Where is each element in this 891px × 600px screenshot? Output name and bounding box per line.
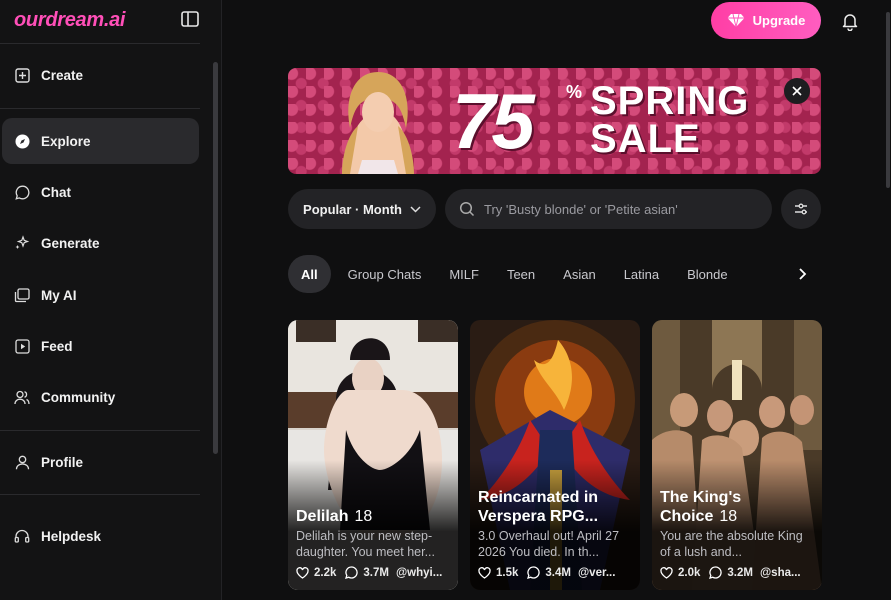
banner-close-button[interactable] [784, 78, 810, 104]
banner-headline: SPRING SALE [590, 79, 750, 161]
banner-line-1: SPRING [590, 79, 750, 123]
upgrade-label: Upgrade [752, 13, 806, 28]
search-input[interactable] [484, 201, 754, 217]
compass-icon [14, 133, 30, 149]
sort-label: Popular · Month [303, 201, 402, 217]
gallery-icon [14, 287, 30, 303]
sidebar-item-label: Community [41, 389, 116, 405]
tab-all[interactable]: All [288, 255, 331, 293]
plus-square-icon [14, 67, 30, 83]
upgrade-button[interactable]: Upgrade [711, 2, 821, 39]
card-name: Delilah [296, 508, 349, 525]
heart-icon [296, 566, 309, 579]
sidebar-item-explore[interactable]: Explore [2, 118, 199, 164]
tab-latina[interactable]: Latina [610, 255, 673, 293]
diamond-icon [727, 13, 745, 28]
bell-icon[interactable] [840, 11, 860, 31]
sidebar-scrollbar[interactable] [213, 62, 218, 454]
sidebar-item-label: Feed [41, 338, 73, 354]
banner-line-2: SALE [590, 117, 701, 161]
character-card[interactable]: The King's Choice 18 You are the absolute… [652, 320, 822, 590]
sidebar-item-my-ai[interactable]: My AI [2, 272, 199, 318]
chat-bubble-icon [14, 184, 30, 200]
card-description: 3.0 Overhaul out! April 27 2026 You died… [478, 529, 620, 559]
divider [0, 43, 200, 44]
tab-group-chats[interactable]: Group Chats [334, 255, 436, 293]
card-stats: 2.2k 3.7M @whyi... [296, 566, 442, 579]
chevron-right-icon[interactable] [793, 265, 811, 283]
search-bar[interactable] [445, 189, 772, 229]
character-card[interactable]: Delilah 18 Delilah is your new step-daugh… [288, 320, 458, 590]
sliders-icon [795, 203, 807, 215]
page-scrollbar[interactable] [886, 12, 890, 188]
promo-banner[interactable]: 75 % SPRING SALE [288, 68, 821, 174]
card-title: The King's Choice 18 [660, 488, 814, 526]
sidebar-item-create[interactable]: Create [2, 52, 199, 98]
card-chats: 3.4M [545, 566, 571, 579]
card-stats: 2.0k 3.2M @sha... [660, 566, 801, 579]
search-icon [459, 201, 475, 217]
divider [0, 494, 200, 495]
tab-asian[interactable]: Asian [549, 255, 610, 293]
card-creator[interactable]: @sha... [760, 567, 801, 579]
sidebar-item-label: Chat [41, 184, 71, 200]
card-chats: 3.2M [727, 566, 753, 579]
chat-bubble-icon [527, 566, 541, 579]
card-title: Reincarnated in Verspera RPG... [478, 488, 632, 526]
card-likes: 2.0k [678, 566, 701, 579]
card-likes: 2.2k [314, 566, 337, 579]
app-logo[interactable]: ourdream.ai [14, 9, 125, 32]
card-stats: 1.5k 3.4M @ver... [478, 566, 615, 579]
banner-model-image [342, 72, 414, 174]
sidebar-item-generate[interactable]: Generate [2, 220, 199, 266]
sidebar-item-label: Profile [41, 454, 84, 470]
divider [0, 430, 200, 431]
chat-bubble-icon [345, 566, 359, 579]
card-description: You are the absolute King of a lush and.… [660, 529, 803, 559]
tab-teen[interactable]: Teen [493, 255, 549, 293]
heart-icon [660, 566, 673, 579]
card-chats: 3.7M [363, 566, 389, 579]
tab-milf[interactable]: MILF [435, 255, 493, 293]
tab-blonde[interactable]: Blonde [673, 255, 741, 293]
sidebar-item-label: Generate [41, 235, 100, 251]
close-icon [792, 86, 802, 96]
heart-icon [478, 566, 491, 579]
sort-dropdown[interactable]: Popular · Month [288, 189, 436, 229]
users-icon [14, 389, 30, 405]
filter-settings-button[interactable] [781, 189, 821, 229]
card-age: 18 [719, 508, 738, 525]
card-creator[interactable]: @ver... [578, 567, 615, 579]
card-name: Reincarnated in Verspera RPG... [478, 489, 599, 525]
banner-discount: 75 [452, 77, 535, 165]
sidebar-item-label: My AI [41, 287, 77, 303]
sidebar: ourdream.ai Create Explore Chat Generate [0, 0, 222, 600]
sidebar-toggle-icon[interactable] [181, 11, 199, 27]
card-age: 18 [354, 508, 373, 525]
card-title: Delilah 18 [296, 507, 450, 526]
sidebar-item-label: Helpdesk [41, 528, 102, 544]
user-icon [14, 454, 30, 470]
sidebar-item-feed[interactable]: Feed [2, 323, 199, 369]
card-likes: 1.5k [496, 566, 519, 579]
banner-percent: % [566, 82, 583, 102]
sidebar-item-label: Explore [41, 133, 91, 149]
play-square-icon [14, 338, 30, 354]
divider [0, 108, 200, 109]
sidebar-item-community[interactable]: Community [2, 374, 199, 420]
card-description: Delilah is your new step-daughter. You m… [296, 529, 436, 559]
chat-bubble-icon [709, 566, 723, 579]
sidebar-item-helpdesk[interactable]: Helpdesk [2, 513, 199, 559]
sidebar-item-profile[interactable]: Profile [2, 439, 199, 485]
card-creator[interactable]: @whyi... [396, 567, 442, 579]
character-card[interactable]: Reincarnated in Verspera RPG... 3.0 Over… [470, 320, 640, 590]
chevron-down-icon [410, 205, 421, 213]
sidebar-item-label: Create [41, 67, 84, 83]
headset-icon [14, 528, 30, 544]
sparkles-icon [14, 235, 30, 251]
category-tabs: All Group Chats MILF Teen Asian Latina B… [288, 255, 742, 293]
sidebar-item-chat[interactable]: Chat [2, 169, 199, 215]
